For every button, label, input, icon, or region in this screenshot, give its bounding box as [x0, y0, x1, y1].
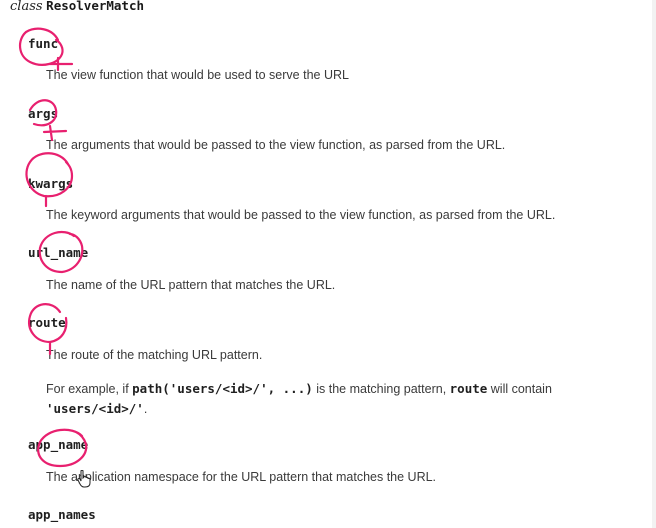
class-keyword: class — [10, 0, 43, 14]
attr-kwargs-description: The keyword arguments that would be pass… — [46, 208, 556, 222]
class-name[interactable]: ResolverMatch — [46, 0, 144, 13]
class-heading: class ResolverMatch — [10, 0, 144, 14]
attr-url-name[interactable]: url_name — [28, 245, 88, 260]
attr-func-description: The view function that would be used to … — [46, 68, 349, 82]
route-example-text-4: . — [143, 402, 148, 416]
attr-url-name-description: The name of the URL pattern that matches… — [46, 278, 336, 292]
documentation-page: class ResolverMatch func The view functi… — [0, 0, 656, 528]
attr-args[interactable]: args — [28, 106, 58, 121]
scrollbar-track[interactable] — [652, 0, 656, 528]
attr-args-description: The arguments that would be passed to th… — [46, 138, 506, 152]
route-example-code-route: route — [449, 381, 488, 396]
route-example-text-1: For example, if — [46, 382, 133, 396]
attr-route-description: The route of the matching URL pattern. — [46, 348, 263, 362]
attr-route[interactable]: route — [28, 315, 66, 330]
attr-kwargs[interactable]: kwargs — [28, 176, 73, 191]
hand-pointer-icon — [77, 470, 91, 488]
route-example: For example, if path('users/<id>/', ...)… — [46, 379, 606, 419]
attr-func[interactable]: func — [28, 36, 58, 51]
route-example-text-2: is the matching pattern, — [312, 382, 450, 396]
route-example-code-path: path('users/<id>/', ...) — [132, 381, 313, 396]
route-example-text-3: will contain — [487, 382, 552, 396]
attr-app-name-description: The application namespace for the URL pa… — [46, 470, 437, 484]
route-example-code-value: 'users/<id>/' — [46, 401, 144, 416]
attr-app-names[interactable]: app_names — [28, 507, 96, 522]
attr-app-name[interactable]: app_name — [28, 437, 88, 452]
